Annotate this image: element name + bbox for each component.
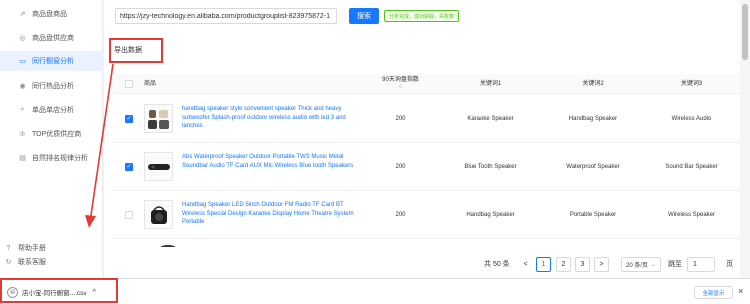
product-title-link[interactable]: handbag speaker style convenient speaker…: [182, 105, 354, 131]
sidebar-item-top-supplier[interactable]: ♔ TOP优质供应商: [0, 124, 103, 144]
download-bar: ▤ 店小宝-同行橱窗....csv ^ 全部显示 ×: [0, 278, 750, 304]
show-all-button[interactable]: 全部显示: [694, 286, 733, 299]
sidebar-item-window-analysis[interactable]: ▭ 同行橱窗分析: [0, 51, 103, 71]
scrollbar[interactable]: [740, 0, 750, 304]
partial-row-image: [161, 245, 175, 249]
sidebar-item-label: 同行热品分析: [32, 83, 74, 90]
keyword3-cell: Wireless Speaker: [667, 212, 715, 218]
close-icon[interactable]: ×: [738, 286, 743, 296]
keyword3-cell: Wireless Audio: [671, 116, 712, 122]
table-row[interactable]: ✓ Abs Waterproof Speaker Outdoor Portabl…: [113, 143, 740, 191]
header-keyword3: 关键词3: [680, 80, 703, 87]
sidebar-item-product-pool[interactable]: ⇗ 商品盘商品: [0, 4, 103, 24]
sidebar-item-label: 单品单店分析: [32, 107, 74, 114]
header-keyword2: 关键词2: [582, 80, 604, 87]
target-icon: ◉: [19, 83, 26, 90]
keyword1-cell: Blue Tooth Speaker: [464, 164, 517, 170]
search-icon: ⌕: [20, 106, 25, 113]
sidebar-item-label: 商品盘商品: [32, 11, 67, 18]
scrollbar-thumb[interactable]: [742, 4, 748, 60]
url-input[interactable]: [115, 8, 337, 24]
search-button[interactable]: 搜索: [349, 8, 379, 24]
page-unit-label: 页: [726, 261, 733, 268]
keyword1-cell: Handbag Speaker: [466, 212, 515, 218]
status-badge: 分析完成，成功获取，失败数: [384, 10, 460, 22]
row-checkbox[interactable]: [125, 211, 133, 219]
refresh-icon: ↻: [5, 259, 12, 266]
sales-cell: 200: [395, 164, 406, 170]
keyword1-cell: Karaoke Speaker: [467, 116, 514, 122]
keyword2-cell: Waterproof Speaker: [566, 164, 620, 170]
contact-support-link[interactable]: ↻ 联系客服: [0, 252, 103, 272]
trend-icon: ⇗: [19, 11, 26, 18]
total-count: 共 50 条: [484, 261, 510, 268]
crown-icon: ♔: [19, 131, 26, 138]
sort-indicator: 0: [399, 84, 402, 90]
sidebar-item-single-product[interactable]: ⌕ 单品单店分析: [0, 100, 103, 120]
keyword2-cell: Portable Speaker: [569, 212, 617, 218]
page-2-button[interactable]: 2: [556, 257, 571, 272]
sidebar-item-hot-product[interactable]: ◉ 同行热品分析: [0, 76, 103, 96]
prev-page-button[interactable]: <: [518, 257, 533, 272]
header-keyword1: 关键词1: [479, 80, 502, 87]
header-sales[interactable]: 90天询盘指数 0: [363, 74, 438, 94]
keyword2-cell: Handbag Speaker: [568, 116, 618, 122]
annotation-highlight-download: [0, 278, 118, 303]
product-title-link[interactable]: Abs Waterproof Speaker Outdoor Portable …: [182, 153, 354, 170]
document-icon: ▤: [19, 155, 26, 162]
product-image: [144, 104, 173, 133]
product-image: [144, 152, 173, 181]
pagination: 共 50 条 < 1 2 3 > 20 条/页 ⌄ 跳至 1 页: [104, 255, 740, 275]
table-row[interactable]: ✓ handbag speaker style convenient speak…: [113, 95, 740, 143]
page-size-select[interactable]: 20 条/页 ⌄: [621, 257, 661, 272]
sidebar-item-label: 同行橱窗分析: [32, 58, 74, 65]
sidebar-item-label: TOP优质供应商: [32, 131, 82, 138]
row-checkbox[interactable]: ✓: [125, 163, 133, 171]
app-window: ⇗ 商品盘商品 ◎ 商品盘供应商 ▭ 同行橱窗分析 ◉ 同行热品分析 ⌕ 单品单…: [0, 0, 750, 304]
sidebar-footer-label: 联系客服: [18, 259, 46, 266]
page-3-button[interactable]: 3: [575, 257, 590, 272]
keyword3-cell: Sound Bar Speaker: [665, 164, 718, 170]
product-image: [144, 200, 173, 229]
main-panel: 搜索 分析完成，成功获取，失败数 导出数据 商品 90天询盘指数 0 关键词1 …: [104, 0, 740, 304]
sales-cell: 200: [395, 116, 406, 122]
sidebar-item-label: 自然排名规律分析: [32, 155, 88, 162]
header-product: 商品: [144, 80, 157, 87]
sidebar-item-label: 商品盘供应商: [32, 35, 74, 42]
sidebar: ⇗ 商品盘商品 ◎ 商品盘供应商 ▭ 同行橱窗分析 ◉ 同行热品分析 ⌕ 单品单…: [0, 0, 103, 304]
product-title-link[interactable]: Handbag Speaker LED 5inch Outdoor FM Rad…: [182, 201, 354, 227]
annotation-highlight-export: [109, 38, 163, 63]
window-icon: ▭: [19, 58, 26, 65]
sidebar-item-natural-rank[interactable]: ▤ 自然排名规律分析: [0, 148, 103, 168]
sidebar-item-supplier-pool[interactable]: ◎ 商品盘供应商: [0, 28, 103, 48]
next-page-button[interactable]: >: [594, 257, 609, 272]
table-header: 商品 90天询盘指数 0 关键词1 关键词2 关键词3: [113, 74, 740, 94]
row-checkbox[interactable]: ✓: [125, 115, 133, 123]
jump-page-input[interactable]: 1: [687, 257, 715, 272]
store-icon: ◎: [19, 35, 26, 42]
page-1-button[interactable]: 1: [536, 257, 551, 272]
sales-cell: 200: [395, 212, 406, 218]
table-row[interactable]: Handbag Speaker LED 5inch Outdoor FM Rad…: [113, 191, 740, 239]
chevron-down-icon: ⌄: [651, 262, 657, 268]
jump-label: 跳至: [668, 261, 682, 268]
select-all-checkbox[interactable]: [125, 80, 133, 88]
